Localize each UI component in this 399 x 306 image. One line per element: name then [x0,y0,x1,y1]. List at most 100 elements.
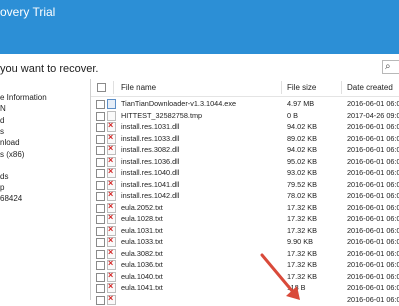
column-divider[interactable] [281,81,282,94]
file-checkbox[interactable] [96,100,105,109]
file-date: 2016-06-01 06:0 [347,225,399,235]
tree-item[interactable]: nload [0,137,20,149]
file-row[interactable]: × eula.1041.txt 118 B 2016-06-01 06:0 [91,281,399,294]
file-name: TianTianDownloader-v1.3.1044.exe [121,99,237,108]
file-size: 95.02 KB [287,156,318,166]
file-checkbox[interactable] [96,180,105,190]
file-size: 17.32 KB [287,202,318,212]
file-name: install.res.1036.dll [121,156,180,166]
file-date: 2016-06-01 06:0 [347,214,399,223]
instruction-text: you want to recover. [0,63,99,75]
file-checkbox[interactable] [96,238,105,247]
file-name: eula.1036.txt [121,260,163,269]
deleted-file-icon: × [107,224,116,236]
file-checkbox[interactable] [96,203,105,213]
file-checkbox[interactable] [96,284,105,293]
file-checkbox[interactable] [96,146,105,155]
file-checkbox[interactable] [96,157,105,167]
file-size: 89.02 KB [287,133,318,143]
deleted-file-icon: × [107,281,116,293]
file-date: 2016-06-01 06:0 [347,271,399,281]
file-date: 2017-04-26 09:0 [347,110,399,120]
file-name: eula.1040.txt [121,271,163,281]
file-date: 2016-06-01 06:0 [347,133,399,143]
file-date: 2016-06-01 06:0 [347,168,399,177]
column-header-name[interactable]: File name [121,79,156,96]
file-checkbox[interactable] [96,295,105,305]
file-date: 2016-06-01 06:0 [347,191,399,200]
file-row[interactable]: × install.res.1036.dll 95.02 KB 2016-06-01 … [91,155,399,168]
deleted-file-icon: × [107,132,116,144]
column-header-date[interactable]: Date created [347,79,393,96]
file-size: 78.02 KB [287,191,318,200]
search-input[interactable]: ⌕ [382,60,399,74]
file-row[interactable]: × install.res.1033.dll 89.02 KB 2016-06-01 … [91,132,399,145]
file-row[interactable]: × eula.1033.txt 9.90 KB 2016-06-01 06:0 [91,235,399,248]
title-bar: overy Trial [0,0,399,54]
executable-file-icon: × [107,99,116,109]
file-size: 93.02 KB [287,168,318,177]
column-divider[interactable] [113,81,114,94]
column-divider[interactable] [341,81,342,94]
tree-item[interactable]: s (x86) [0,149,24,161]
tree-item[interactable]: 68424 [0,193,22,205]
deleted-file-icon: × [107,270,116,282]
file-row[interactable]: × install.res.1040.dll 93.02 KB 2016-06-01 … [91,166,399,179]
file-date: 2016-06-01 06:0 [347,156,399,166]
file-row[interactable]: × install.res.3082.dll 94.02 KB 2016-06-01 … [91,143,399,156]
file-name: eula.1031.txt [121,225,163,235]
file-row[interactable]: × eula.1028.txt 17.32 KB 2016-06-01 06:0 [91,212,399,225]
file-row[interactable]: × eula.1036.txt 17.32 KB 2016-06-01 06:0 [91,258,399,271]
deleted-file-icon: × [107,120,116,132]
tree-item[interactable]: e Information [0,92,47,104]
file-icon: × [107,110,116,121]
file-checkbox[interactable] [96,226,105,236]
file-name: install.res.3082.dll [121,145,180,154]
file-date: 2016-06-01 06:0 [347,202,399,212]
deleted-file-icon: × [107,155,116,167]
deleted-file-icon: × [107,201,116,213]
file-checkbox[interactable] [96,169,105,178]
tree-item[interactable]: N [0,103,6,115]
file-row[interactable]: × TianTianDownloader-v1.3.1044.exe 4.97 MB… [91,98,399,110]
select-all-checkbox[interactable] [97,83,106,92]
file-checkbox[interactable] [96,123,105,132]
file-size: 94.02 KB [287,122,318,131]
file-checkbox[interactable] [96,272,105,282]
file-size: 17.32 KB [287,225,318,235]
file-name: install.res.1042.dll [121,191,180,200]
file-date: 2016-06-01 06:0 [347,99,399,108]
deleted-file-icon: × [107,247,116,259]
file-size: 17.32 KB [287,260,318,269]
file-name: eula.1041.txt [121,283,163,292]
file-date: 2016-06-01 06:0 [347,179,399,189]
file-row[interactable]: × eula.1040.txt 17.32 KB 2016-06-01 06:0 [91,270,399,283]
file-name: install.res.1040.dll [121,168,180,177]
file-row[interactable]: × eula.3082.txt 17.32 KB 2016-06-01 06:0 [91,247,399,260]
column-header-size[interactable]: File size [287,79,316,96]
file-date: 2016-06-01 06:0 [347,237,399,246]
deleted-file-icon: × [107,189,116,201]
file-row[interactable]: × install.res.1031.dll 94.02 KB 2016-06-01 … [91,120,399,133]
file-checkbox[interactable] [96,261,105,270]
file-row[interactable]: × HITTEST_32582758.tmp 0 B 2017-04-26 09:0 [91,110,399,122]
file-name: eula.1028.txt [121,214,163,223]
file-checkbox[interactable] [96,134,105,144]
search-icon[interactable]: ⌕ [385,61,391,72]
file-checkbox[interactable] [96,111,105,121]
file-checkbox[interactable] [96,215,105,224]
file-name: eula.3082.txt [121,248,163,258]
deleted-file-icon: × [107,258,116,270]
file-size: 17.32 KB [287,248,318,258]
window-title: overy Trial [0,5,56,19]
deleted-file-icon: × [107,178,116,190]
file-checkbox[interactable] [96,249,105,259]
file-row[interactable]: × install.res.1041.dll 79.52 KB 2016-06-01 … [91,178,399,191]
file-checkbox[interactable] [96,192,105,201]
file-size: 79.52 KB [287,179,318,189]
file-list-header: File name File size Date created [91,79,399,97]
file-row[interactable]: × eula.1031.txt 17.32 KB 2016-06-01 06:0 [91,224,399,237]
file-row[interactable]: × eula.2052.txt 17.32 KB 2016-06-01 06:0 [91,201,399,214]
file-row[interactable]: × install.res.1042.dll 78.02 KB 2016-06-01 … [91,189,399,202]
file-size: 4.97 MB [287,99,315,108]
